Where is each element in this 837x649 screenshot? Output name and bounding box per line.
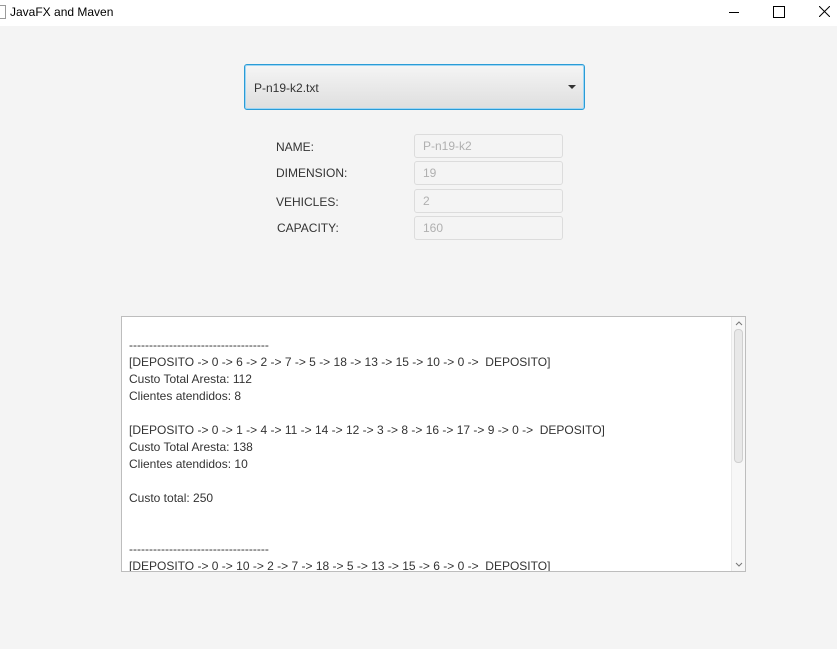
output-text: ----------------------------------- [DEP…: [129, 338, 605, 571]
dimension-field[interactable]: 19: [414, 161, 563, 185]
close-button[interactable]: [801, 0, 837, 26]
selected-file: P-n19-k2.txt: [254, 81, 319, 95]
scroll-down-icon[interactable]: [735, 561, 743, 569]
scrollbar-thumb[interactable]: [734, 329, 743, 463]
vertical-scrollbar[interactable]: [731, 317, 745, 571]
vehicles-label: VEHICLES:: [276, 195, 339, 209]
capacity-label: CAPACITY:: [277, 221, 339, 235]
title-bar: JavaFX and Maven: [0, 0, 837, 26]
scroll-up-icon[interactable]: [735, 319, 743, 327]
output-textarea[interactable]: ----------------------------------- [DEP…: [121, 316, 746, 572]
capacity-field[interactable]: 160: [414, 216, 563, 240]
maximize-button[interactable]: [755, 0, 801, 26]
dimension-label: DIMENSION:: [276, 166, 348, 180]
file-select-combobox[interactable]: P-n19-k2.txt: [244, 64, 585, 110]
chevron-down-icon: [568, 85, 576, 89]
name-label: NAME:: [276, 140, 315, 154]
window-title: JavaFX and Maven: [10, 5, 114, 19]
app-icon: [0, 5, 6, 19]
close-icon: [819, 6, 830, 17]
vehicles-field[interactable]: 2: [414, 189, 563, 213]
minimize-button[interactable]: [711, 0, 757, 26]
name-field[interactable]: P-n19-k2: [414, 134, 563, 158]
